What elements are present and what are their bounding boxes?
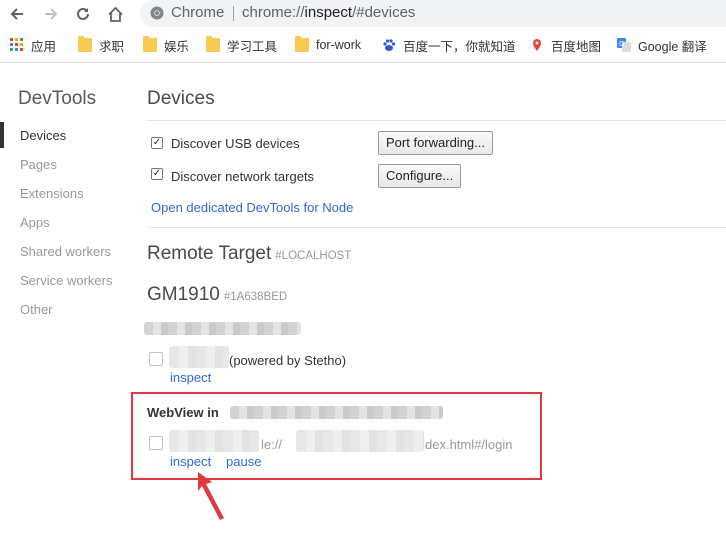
title-divider bbox=[147, 120, 726, 121]
sidebar-item-extensions[interactable]: Extensions bbox=[20, 186, 84, 201]
bookmark-label: Google 翻译 bbox=[638, 39, 707, 54]
address-bar[interactable]: Chrome chrome://inspect/#devices bbox=[140, 0, 726, 27]
reload-icon bbox=[77, 7, 89, 20]
folder-icon bbox=[206, 36, 220, 52]
browser-toolbar: Chrome chrome://inspect/#devices bbox=[0, 0, 726, 28]
discover-network-checkbox[interactable]: ✓ bbox=[151, 168, 163, 180]
folder-icon bbox=[295, 36, 309, 52]
baidu-paw-icon bbox=[383, 39, 396, 51]
back-button[interactable] bbox=[6, 3, 28, 25]
sidebar-item-shared-workers[interactable]: Shared workers bbox=[20, 244, 111, 259]
devtools-title: DevTools bbox=[18, 88, 97, 109]
address-separator bbox=[233, 6, 234, 21]
sidebar-item-service-workers[interactable]: Service workers bbox=[20, 273, 112, 288]
sidebar-item-devices[interactable]: Devices bbox=[20, 128, 66, 143]
bookmark-folder-for-work[interactable]: for-work bbox=[295, 36, 362, 53]
map-pin-icon bbox=[533, 39, 541, 51]
bookmark-baidu[interactable]: 百度一下，你就知道 bbox=[382, 37, 516, 54]
bookmark-label: 娱乐 bbox=[164, 39, 190, 54]
google-translate-icon: G bbox=[617, 38, 631, 52]
bookmarks-bar: 应用 求职 娱乐 学习工具 for-work 百度一下，你就知道 百度地图 G … bbox=[0, 30, 726, 60]
active-indicator bbox=[0, 122, 4, 148]
highlight-box bbox=[131, 392, 542, 480]
redacted-target-title bbox=[169, 346, 229, 368]
url-prefix: chrome:// bbox=[242, 4, 305, 21]
annotation-arrow-icon bbox=[198, 472, 224, 520]
reload-button[interactable] bbox=[72, 3, 94, 25]
site-label: Chrome bbox=[171, 4, 225, 21]
inspect-link[interactable]: inspect bbox=[170, 370, 211, 385]
bookmark-folder-yule[interactable]: 娱乐 bbox=[143, 36, 190, 54]
forward-arrow-icon bbox=[45, 8, 58, 20]
folder-icon bbox=[143, 36, 157, 52]
discover-usb-label: Discover USB devices bbox=[171, 136, 300, 151]
bookmark-folder-qiuzhi[interactable]: 求职 bbox=[78, 36, 125, 54]
url-path: /#devices bbox=[352, 4, 416, 21]
home-icon bbox=[107, 6, 123, 22]
sidebar-item-pages[interactable]: Pages bbox=[20, 157, 57, 172]
bookmark-apps[interactable]: 应用 bbox=[10, 37, 57, 54]
bookmark-label: for-work bbox=[316, 38, 362, 52]
page-title: Devices bbox=[147, 88, 215, 109]
bookmark-label: 百度地图 bbox=[551, 39, 602, 54]
device-id: #1A638BED bbox=[223, 291, 288, 303]
device-heading: GM1910 #1A638BED bbox=[147, 284, 287, 306]
section-divider bbox=[147, 227, 726, 228]
back-arrow-icon bbox=[10, 8, 23, 20]
forward-button[interactable] bbox=[40, 3, 62, 25]
svg-text:G: G bbox=[619, 40, 624, 48]
bookmark-google-translate[interactable]: G Google 翻译 bbox=[617, 37, 707, 54]
folder-icon bbox=[78, 36, 92, 52]
target-checkbox[interactable] bbox=[149, 352, 163, 366]
address-url: chrome://inspect/#devices bbox=[242, 4, 415, 21]
configure-button[interactable]: Configure... bbox=[378, 164, 462, 188]
open-node-devtools-link[interactable]: Open dedicated DevTools for Node bbox=[151, 200, 353, 215]
remote-target-heading: Remote Target #LOCALHOST bbox=[147, 243, 351, 265]
stetho-label: (powered by Stetho) bbox=[229, 353, 347, 368]
bookmark-folder-xuexi[interactable]: 学习工具 bbox=[206, 36, 278, 54]
bookmark-label: 百度一下，你就知道 bbox=[403, 39, 516, 54]
sidebar-item-apps[interactable]: Apps bbox=[20, 215, 50, 230]
bookmark-label: 学习工具 bbox=[227, 39, 278, 54]
redacted-app-name bbox=[144, 322, 301, 335]
bookmark-baidu-map[interactable]: 百度地图 bbox=[530, 37, 602, 54]
remote-target-tag: #LOCALHOST bbox=[275, 250, 352, 262]
apps-grid-icon bbox=[10, 38, 23, 51]
port-forwarding-button[interactable]: Port forwarding... bbox=[378, 131, 493, 155]
toolbar-divider bbox=[0, 62, 726, 63]
bookmark-label: 求职 bbox=[99, 39, 125, 54]
sidebar-item-other[interactable]: Other bbox=[20, 302, 53, 317]
remote-target-title: Remote Target bbox=[147, 243, 272, 264]
url-host: inspect bbox=[304, 4, 353, 21]
discover-usb-checkbox[interactable]: ✓ bbox=[151, 137, 163, 149]
chrome-logo-icon bbox=[150, 6, 164, 20]
device-name: GM1910 bbox=[147, 284, 220, 305]
bookmark-label: 应用 bbox=[31, 39, 57, 54]
discover-network-label: Discover network targets bbox=[171, 169, 315, 184]
home-button[interactable] bbox=[104, 3, 126, 25]
